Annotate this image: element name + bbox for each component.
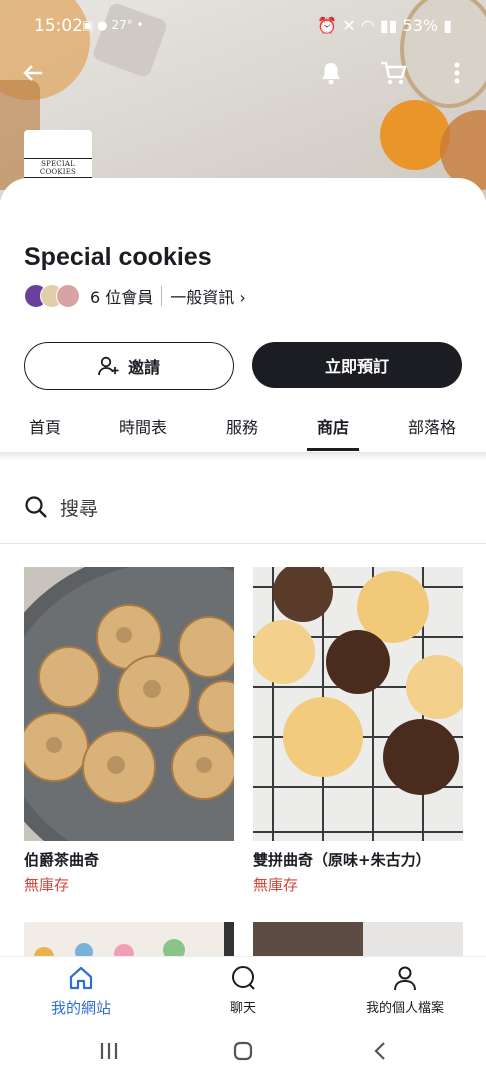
bottom-navigation: 我的網站 聊天 我的個人檔案 xyxy=(0,956,486,1027)
book-now-label: 立即預訂 xyxy=(324,357,389,376)
battery-level: 53% xyxy=(402,16,439,35)
stock-status: 無庫存 xyxy=(24,876,70,894)
orange-slice-decor xyxy=(380,100,450,170)
tab-shadow xyxy=(0,452,486,460)
profile-icon xyxy=(394,966,416,991)
nav-profile-label: 我的個人檔案 xyxy=(365,1001,444,1016)
general-info-link[interactable]: 一般資訊 › xyxy=(170,284,246,308)
back-button-icon[interactable] xyxy=(370,1040,392,1062)
back-arrow-icon[interactable] xyxy=(16,56,50,90)
weather-temp: 27° xyxy=(111,18,133,32)
tab-services[interactable]: 服務 xyxy=(226,414,258,438)
nav-my-site[interactable]: 我的網站 xyxy=(6,965,156,1018)
home-icon xyxy=(69,966,93,990)
product-name[interactable]: 伯爵茶曲奇 xyxy=(24,849,234,870)
bell-icon[interactable] xyxy=(314,56,348,90)
chevron-right-icon: › xyxy=(239,288,246,307)
members-count[interactable]: 6 位會員 xyxy=(90,284,153,308)
recent-apps-icon[interactable] xyxy=(98,1040,120,1062)
search-icon xyxy=(25,496,47,518)
cart-icon[interactable] xyxy=(376,56,410,90)
status-bar: 15:02 ▣ ● 27° • ⏰ ✕ ◠ ▮▮ 53% ▮ xyxy=(0,14,486,42)
add-user-icon xyxy=(98,356,119,376)
home-button-icon[interactable] xyxy=(232,1040,254,1062)
nav-chat-label: 聊天 xyxy=(229,1001,256,1016)
divider xyxy=(0,543,486,544)
notification-icons: ▣ ● 27° • xyxy=(82,18,144,32)
tab-blog[interactable]: 部落格 xyxy=(408,414,456,438)
search-bar[interactable]: 搜尋 xyxy=(24,490,98,524)
tab-home[interactable]: 首頁 xyxy=(29,414,61,438)
members-row: 6 位會員 一般資訊 › xyxy=(24,284,246,308)
system-icons: ⏰ ✕ ◠ ▮▮ 53% ▮ xyxy=(317,16,452,35)
invite-label: 邀請 xyxy=(127,358,160,377)
nav-chat[interactable]: 聊天 xyxy=(168,965,318,1016)
stock-status: 無庫存 xyxy=(253,876,299,894)
product-image[interactable] xyxy=(24,567,234,841)
general-info-label: 一般資訊 xyxy=(170,288,235,307)
product-name[interactable]: 雙拼曲奇（原味+朱古力） xyxy=(253,849,463,870)
search-label: 搜尋 xyxy=(60,497,99,520)
nav-profile[interactable]: 我的個人檔案 xyxy=(330,965,480,1016)
chat-icon xyxy=(232,966,255,990)
site-title: Special cookies xyxy=(24,243,212,271)
divider xyxy=(161,286,163,306)
invite-button[interactable]: 邀請 xyxy=(24,342,234,390)
product-card[interactable]: 伯爵茶曲奇 無庫存 xyxy=(24,567,234,895)
book-now-button[interactable]: 立即預訂 xyxy=(252,342,462,388)
status-time: 15:02 xyxy=(34,16,83,36)
tab-shop[interactable]: 商店 xyxy=(317,414,349,438)
site-logo: SPECIAL COOKIES xyxy=(24,130,92,196)
product-image[interactable] xyxy=(253,567,463,841)
more-menu-icon[interactable] xyxy=(440,56,474,90)
member-avatar[interactable] xyxy=(56,284,80,308)
tab-schedule[interactable]: 時間表 xyxy=(119,414,167,438)
product-card[interactable]: 雙拼曲奇（原味+朱古力） 無庫存 xyxy=(253,567,463,895)
active-tab-indicator xyxy=(307,448,359,451)
system-navigation-bar xyxy=(0,1026,486,1080)
tab-bar: 首頁 時間表 服務 商店 部落格 xyxy=(0,402,486,452)
nav-my-site-label: 我的網站 xyxy=(50,999,111,1017)
logo-text: SPECIAL COOKIES xyxy=(24,158,92,178)
